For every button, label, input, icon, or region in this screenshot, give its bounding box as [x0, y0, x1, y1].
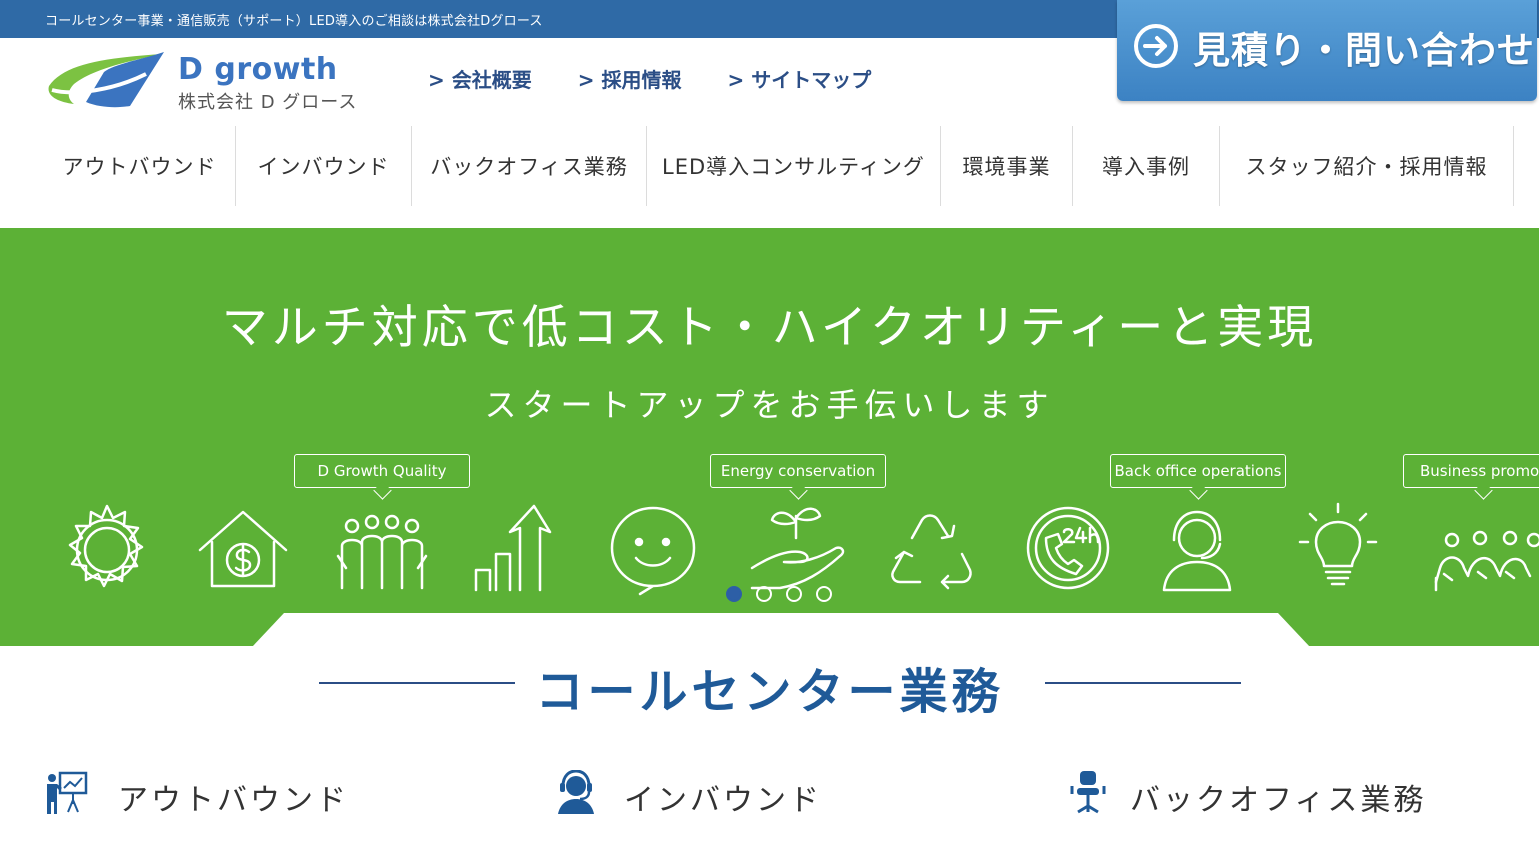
estimate-contact-label: 見積り・問い合わせ	[1193, 29, 1535, 72]
nav-item-staff-recruitment[interactable]: スタッフ紹介・採用情報	[1220, 126, 1514, 206]
service-outbound[interactable]: アウトバウンド	[44, 770, 364, 818]
nav-item-case-studies[interactable]: 導入事例	[1073, 126, 1220, 206]
plant-in-hand-icon	[750, 507, 845, 590]
link-company-overview[interactable]: > 会社概要	[428, 64, 532, 93]
operator-headset-icon	[1162, 510, 1232, 592]
global-navigation: アウトバウンド インバウンド バックオフィス業務 LED導入コンサルティング 環…	[44, 126, 1514, 206]
utility-links: > 会社概要 > 採用情報 > サイトマップ	[428, 64, 917, 93]
slider-pagination	[726, 586, 832, 602]
office-chair-icon	[1070, 771, 1106, 814]
slider-dot-4[interactable]	[816, 586, 832, 602]
lightbulb-icon	[1298, 502, 1378, 586]
slider-dot-3[interactable]	[786, 586, 802, 602]
nav-item-outbound[interactable]: アウトバウンド	[44, 126, 236, 206]
logo-company-name: 株式会社 D グロース	[178, 92, 358, 113]
operator-icon	[558, 770, 594, 814]
service-back-office[interactable]: バックオフィス業務	[1068, 770, 1428, 818]
service-outbound-label: アウトバウンド	[118, 783, 349, 818]
logo-name: D growth	[178, 52, 338, 87]
link-sitemap[interactable]: > サイトマップ	[727, 64, 871, 93]
callout-back-office: Back office operations	[1110, 454, 1286, 488]
house-money-icon	[198, 510, 288, 588]
hero-title: マルチ対応で低コスト・ハイクオリティーと実現	[221, 300, 1318, 354]
smiley-chat-icon	[610, 506, 696, 596]
nav-item-inbound[interactable]: インバウンド	[236, 126, 412, 206]
section-title: コールセンター業務	[535, 664, 1004, 720]
hero-bottom-notch	[252, 613, 1310, 646]
link-recruitment[interactable]: > 採用情報	[578, 64, 682, 93]
team-icon	[1434, 530, 1539, 592]
service-back-office-label: バックオフィス業務	[1130, 783, 1427, 818]
site-logo[interactable]: D growth 株式会社 D グロース	[44, 50, 358, 113]
logo-swoosh-icon	[48, 52, 164, 108]
24h-phone-icon	[1026, 506, 1110, 590]
sun-icon	[68, 504, 144, 588]
hero-slider: マルチ対応で低コスト・ハイクオリティーと実現 スタートアップをお手伝いします D…	[0, 228, 1539, 646]
callout-energy: Energy conservation	[710, 454, 886, 488]
growth-chart-icon	[474, 504, 552, 592]
announcement-text: コールセンター事業・通信販売（サポート）LED導入のご相談は株式会社Dグロース	[45, 14, 543, 29]
nav-item-back-office[interactable]: バックオフィス業務	[412, 126, 647, 206]
service-inbound[interactable]: インバウンド	[556, 770, 836, 818]
section-heading: コールセンター業務	[0, 652, 1539, 720]
estimate-contact-button[interactable]: 見積り・問い合わせ	[1117, 0, 1537, 101]
slider-dot-1[interactable]	[726, 586, 742, 602]
crowd-icon	[336, 514, 428, 590]
recycle-icon	[891, 514, 972, 590]
callout-quality: D Growth Quality	[294, 454, 470, 488]
arrow-circle-right-icon	[1134, 24, 1178, 68]
callout-business: Business promot	[1403, 454, 1539, 488]
nav-item-led-consulting[interactable]: LED導入コンサルティング	[647, 126, 941, 206]
slider-dot-2[interactable]	[756, 586, 772, 602]
nav-item-environment[interactable]: 環境事業	[941, 126, 1073, 206]
presentation-icon	[47, 771, 88, 814]
hero-subtitle: スタートアップをお手伝いします	[484, 386, 1055, 424]
service-inbound-label: インバウンド	[624, 783, 822, 818]
